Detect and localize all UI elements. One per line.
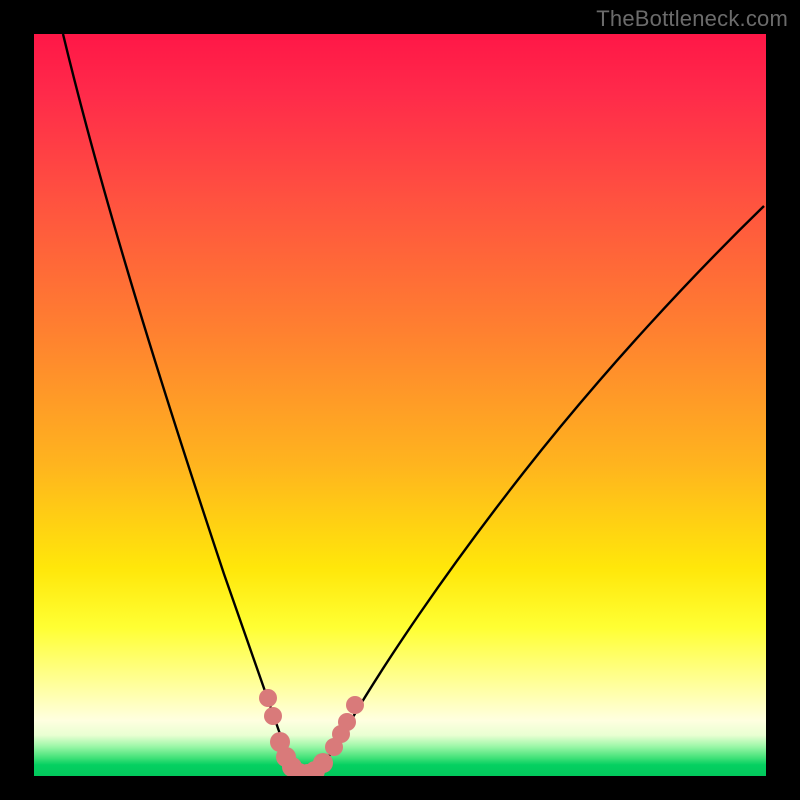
trough-markers (259, 689, 364, 776)
watermark-text: TheBottleneck.com (596, 6, 788, 32)
bottleneck-curve (63, 34, 764, 776)
chart-svg (34, 34, 766, 776)
chart-frame: TheBottleneck.com (0, 0, 800, 800)
chart-plot-area (34, 34, 766, 776)
